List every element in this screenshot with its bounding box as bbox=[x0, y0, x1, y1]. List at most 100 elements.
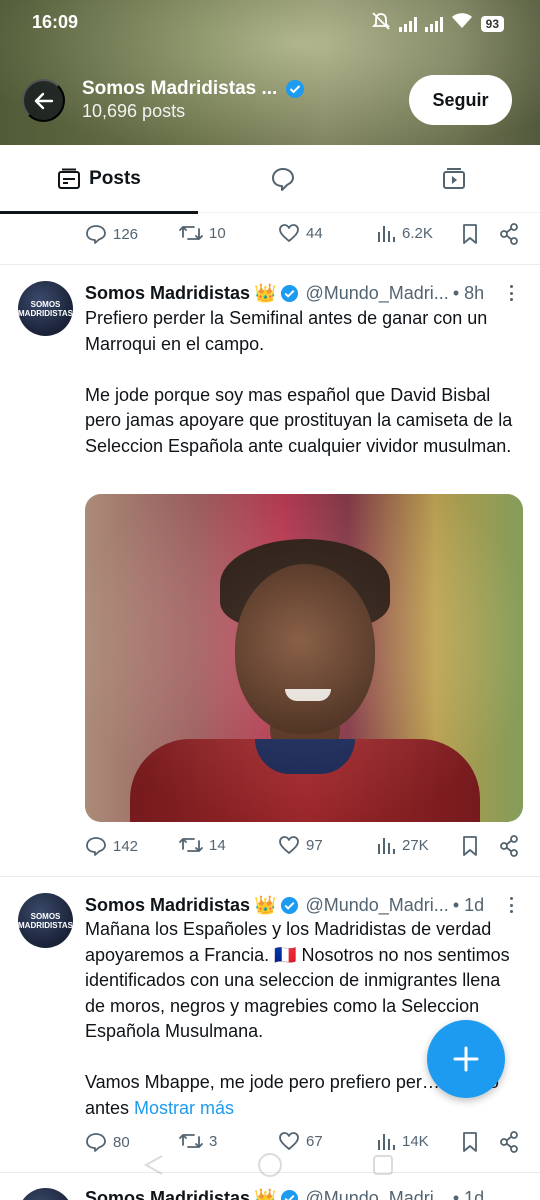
plus-icon bbox=[453, 1046, 479, 1072]
author-handle[interactable]: @Mundo_Madri... bbox=[305, 1188, 448, 1200]
posts-icon bbox=[58, 168, 81, 189]
repost-button[interactable]: 14 bbox=[179, 835, 226, 855]
author-handle[interactable]: @Mundo_Madri... bbox=[305, 283, 448, 304]
share-button[interactable] bbox=[499, 835, 519, 857]
posts-count: 10,696 posts bbox=[82, 101, 186, 121]
share-button[interactable] bbox=[499, 223, 519, 245]
bookmark-icon bbox=[463, 224, 477, 244]
tab-posts[interactable]: Posts bbox=[0, 145, 198, 214]
views-count: 14K bbox=[402, 1132, 429, 1150]
like-button[interactable]: 67 bbox=[278, 1131, 323, 1151]
tab-replies[interactable] bbox=[198, 145, 368, 213]
active-tab-indicator bbox=[0, 211, 198, 214]
heart-icon bbox=[279, 224, 299, 242]
avatar-text: SOMOS MADRIDISTAS bbox=[18, 911, 73, 930]
bookmark-button[interactable] bbox=[461, 223, 479, 245]
tab-media[interactable] bbox=[368, 145, 540, 213]
views-count: 27K bbox=[402, 836, 429, 854]
avatar[interactable]: SOMOS MADRIDISTAS bbox=[18, 281, 73, 336]
reply-icon bbox=[86, 837, 106, 856]
more-options-icon[interactable] bbox=[505, 895, 517, 915]
bookmark-icon bbox=[463, 1132, 477, 1152]
battery-indicator: 93 bbox=[480, 15, 504, 32]
reply-count: 142 bbox=[113, 837, 139, 855]
divider bbox=[0, 264, 540, 265]
arrow-left-icon bbox=[34, 92, 53, 109]
image-overlay bbox=[85, 494, 523, 822]
profile-name: Somos Madridistas ... bbox=[82, 78, 278, 99]
author-name[interactable]: Somos Madridistas bbox=[85, 283, 250, 304]
verified-badge-icon bbox=[281, 1189, 299, 1200]
share-icon bbox=[500, 835, 518, 857]
author-handle[interactable]: @Mundo_Madri... bbox=[305, 895, 448, 916]
share-button[interactable] bbox=[499, 1131, 519, 1153]
profile-title: Somos Madridistas ... bbox=[82, 78, 305, 100]
like-button[interactable]: 97 bbox=[278, 835, 323, 855]
nav-back-hint-icon bbox=[143, 1155, 163, 1175]
tweet-actions: 142 14 97 27K bbox=[0, 835, 540, 865]
nav-home-hint-icon bbox=[258, 1153, 282, 1177]
crown-badge: 👑 bbox=[254, 282, 277, 303]
signal-icon bbox=[398, 16, 417, 32]
compose-button[interactable] bbox=[427, 1020, 505, 1098]
views-button[interactable]: 6.2K bbox=[376, 223, 433, 243]
views-button[interactable]: 27K bbox=[376, 835, 429, 855]
tweet-header: Somos Madridistas 👑 @Mundo_Madri... • 1d bbox=[85, 1186, 484, 1200]
author-name[interactable]: Somos Madridistas bbox=[85, 1188, 250, 1200]
repost-icon bbox=[179, 838, 203, 852]
tweet-time[interactable]: • 8h bbox=[453, 283, 484, 304]
reply-button[interactable]: 126 bbox=[85, 223, 138, 245]
reply-count: 80 bbox=[113, 1133, 130, 1151]
like-button[interactable]: 44 bbox=[278, 223, 323, 243]
bookmark-button[interactable] bbox=[461, 835, 479, 857]
verified-badge-icon bbox=[281, 896, 299, 914]
wifi-icon bbox=[451, 13, 473, 34]
signal-icon-2 bbox=[424, 16, 443, 32]
views-icon bbox=[378, 226, 395, 242]
crown-badge: 👑 bbox=[254, 1187, 277, 1200]
replies-icon bbox=[272, 168, 294, 191]
bookmark-icon bbox=[463, 836, 477, 856]
status-icons: 93 bbox=[371, 12, 504, 35]
follow-button[interactable]: Seguir bbox=[409, 75, 512, 125]
tweet-header: Somos Madridistas 👑 @Mundo_Madri... • 1d bbox=[85, 893, 484, 917]
heart-icon bbox=[279, 836, 299, 854]
divider bbox=[0, 876, 540, 877]
mute-icon bbox=[371, 12, 391, 35]
avatar[interactable]: SOMOS MADRIDISTAS bbox=[18, 893, 73, 948]
like-count: 44 bbox=[306, 224, 323, 242]
repost-count: 3 bbox=[209, 1132, 218, 1150]
reply-button[interactable]: 80 bbox=[85, 1131, 130, 1153]
bookmark-button[interactable] bbox=[461, 1131, 479, 1153]
verified-badge-icon bbox=[286, 80, 305, 98]
show-more-link[interactable]: Mostrar más bbox=[134, 1098, 234, 1118]
repost-button[interactable]: 3 bbox=[179, 1131, 217, 1151]
share-icon bbox=[500, 223, 518, 245]
crown-badge: 👑 bbox=[254, 894, 277, 915]
tweet-header: Somos Madridistas 👑 @Mundo_Madri... • 8h bbox=[85, 281, 484, 305]
like-count: 67 bbox=[306, 1132, 323, 1150]
repost-count: 14 bbox=[209, 836, 226, 854]
repost-count: 10 bbox=[209, 224, 226, 242]
repost-button[interactable]: 10 bbox=[179, 223, 226, 243]
reply-icon bbox=[86, 1133, 106, 1152]
back-button[interactable] bbox=[22, 79, 65, 122]
views-count: 6.2K bbox=[402, 224, 433, 242]
views-button[interactable]: 14K bbox=[376, 1131, 429, 1151]
status-time: 16:09 bbox=[32, 12, 79, 32]
author-name[interactable]: Somos Madridistas bbox=[85, 895, 250, 916]
verified-badge-icon bbox=[281, 284, 299, 302]
tweet-time[interactable]: • 1d bbox=[453, 895, 484, 916]
share-icon bbox=[500, 1131, 518, 1153]
avatar[interactable] bbox=[18, 1188, 73, 1200]
reply-button[interactable]: 142 bbox=[85, 835, 138, 857]
tweet-image[interactable] bbox=[85, 494, 523, 822]
avatar-text: SOMOS MADRIDISTAS bbox=[18, 299, 73, 318]
reply-icon bbox=[86, 225, 106, 244]
tweet-time[interactable]: • 1d bbox=[453, 1188, 484, 1200]
like-count: 97 bbox=[306, 836, 323, 854]
views-icon bbox=[378, 1134, 395, 1150]
more-options-icon[interactable] bbox=[505, 283, 517, 303]
reply-count: 126 bbox=[113, 225, 139, 243]
repost-icon bbox=[179, 1134, 203, 1148]
